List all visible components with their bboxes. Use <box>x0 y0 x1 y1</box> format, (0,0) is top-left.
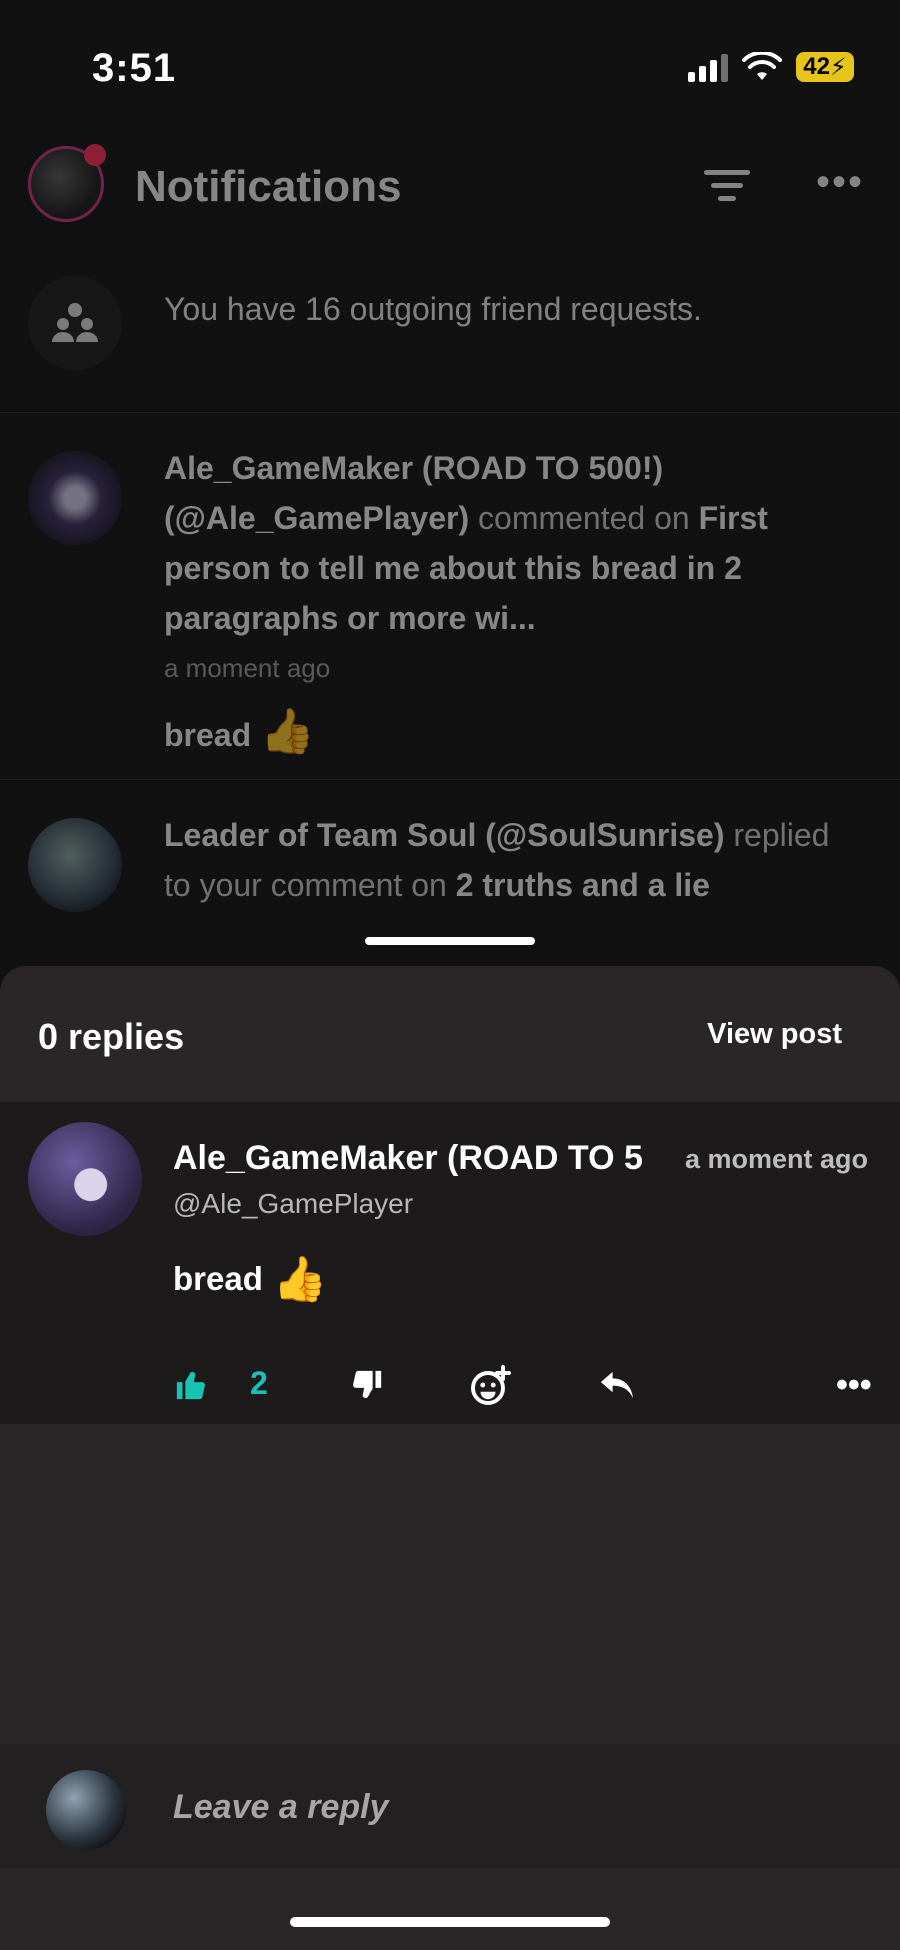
comment-avatar[interactable] <box>28 1122 142 1236</box>
notification-text: You have 16 outgoing friend requests. <box>164 291 702 327</box>
comment-body: bread 👍 <box>173 1253 328 1305</box>
dislike-button[interactable] <box>350 1355 384 1415</box>
comment-time: a moment ago <box>684 1144 868 1174</box>
sheet-header: 0 replies View post <box>0 966 900 1102</box>
battery-level: 42 <box>803 53 830 80</box>
notification-comment[interactable]: Ale_GameMaker (ROAD TO 500!) (@Ale_GameP… <box>0 413 900 780</box>
notification-friend-requests[interactable]: You have 16 outgoing friend requests. <box>0 254 900 413</box>
like-icon <box>176 1371 205 1400</box>
reply-button[interactable] <box>598 1355 636 1415</box>
comment-author[interactable]: Ale_GameMaker (ROAD TO 500!) <box>173 1139 643 1178</box>
notification-dot <box>84 144 106 166</box>
comment-more-icon[interactable]: ••• <box>836 1355 872 1415</box>
page-title: Notifications <box>135 162 402 211</box>
notification-body: bread 👍 <box>164 707 860 760</box>
comment-body-text: bread <box>173 1260 263 1297</box>
add-reaction-button[interactable] <box>470 1355 512 1415</box>
status-icons: 42 ⚡ <box>688 52 854 82</box>
notification-handle: (@SoulSunrise) <box>485 817 725 853</box>
charging-icon: ⚡ <box>829 53 847 81</box>
wifi-icon <box>742 52 782 80</box>
status-bar: 3:51 42 ⚡ <box>0 0 900 140</box>
signal-icon <box>688 52 728 82</box>
notification-target: 2 truths and a lie <box>455 867 710 903</box>
notification-text: Ale_GameMaker (ROAD TO 500!) (@Ale_GameP… <box>164 443 860 760</box>
notifications-header: Notifications ••• <box>0 140 900 240</box>
notification-author: Leader of Team Soul <box>164 817 477 853</box>
notification-text: Leader of Team Soul (@SoulSunrise) repli… <box>164 810 860 910</box>
home-indicator[interactable] <box>290 1917 610 1927</box>
reply-icon <box>600 1371 634 1399</box>
like-count: 2 <box>250 1365 268 1401</box>
replies-count: 0 replies <box>38 1016 185 1057</box>
friend-requests-icon <box>28 276 122 370</box>
reply-bar[interactable]: Leave a reply <box>0 1744 900 1868</box>
my-avatar <box>46 1770 126 1850</box>
filter-icon[interactable] <box>702 170 752 210</box>
comment-handle: @Ale_GamePlayer <box>173 1188 414 1219</box>
notification-handle: (@Ale_GamePlayer) <box>164 500 470 536</box>
notification-avatar[interactable] <box>28 451 122 545</box>
notification-avatar[interactable] <box>28 818 122 912</box>
more-icon[interactable]: ••• <box>816 160 864 205</box>
status-time: 3:51 <box>92 46 177 90</box>
reply-input[interactable]: Leave a reply <box>173 1788 388 1827</box>
battery-indicator: 42 ⚡ <box>796 52 854 82</box>
like-button[interactable] <box>174 1355 208 1415</box>
view-post-button[interactable]: View post <box>707 1018 842 1051</box>
notification-action: commented on <box>478 500 690 536</box>
comment-actions: 2 ••• <box>0 1355 900 1415</box>
sheet-drag-handle[interactable] <box>365 937 535 945</box>
thumbs-up-emoji: 👍 <box>272 1255 328 1304</box>
thumbs-up-emoji: 👍 <box>260 707 315 756</box>
add-reaction-icon <box>471 1365 511 1405</box>
notification-body-text: bread <box>164 717 252 753</box>
dislike-icon <box>353 1370 382 1399</box>
notification-author: Ale_GameMaker (ROAD TO 500!) <box>164 450 664 486</box>
notification-time: a moment ago <box>164 653 331 683</box>
